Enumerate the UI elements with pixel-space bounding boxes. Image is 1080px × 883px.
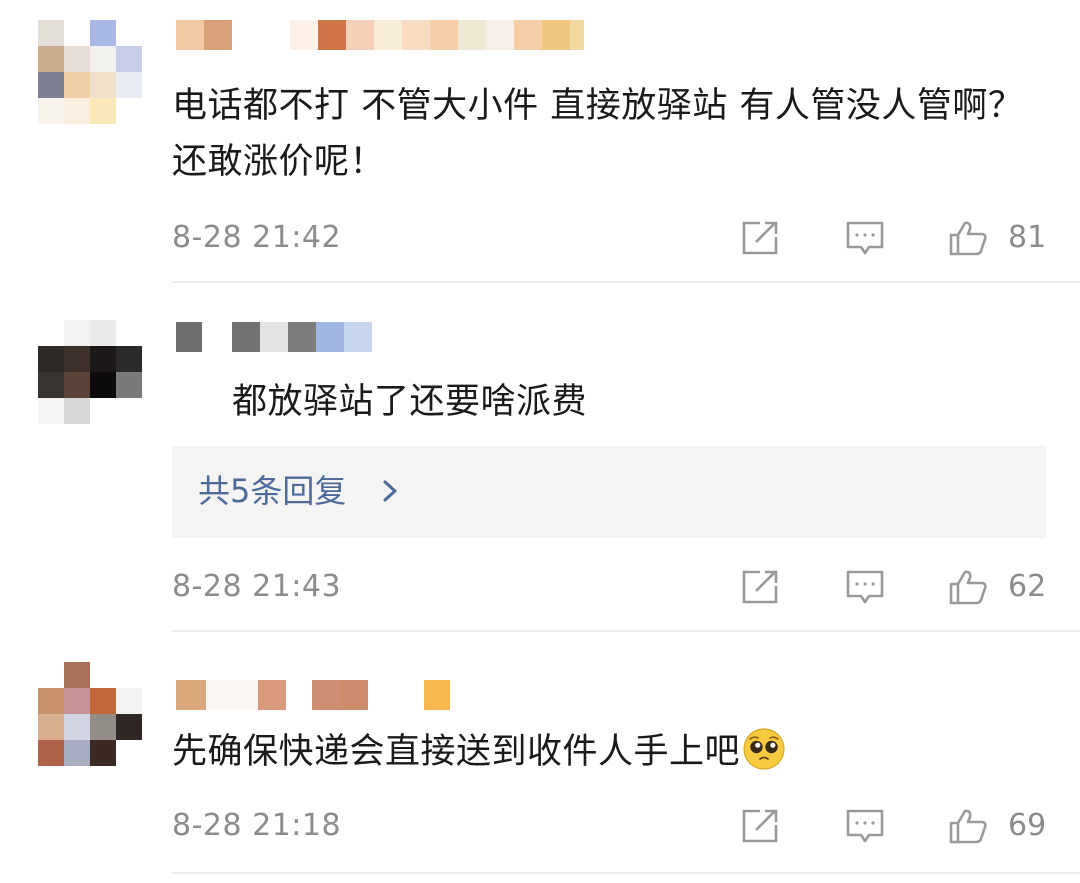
comment-meta: 8-28 21:42 81 [172,216,1048,260]
comment-icon[interactable] [845,569,885,605]
thumbs-up-icon[interactable] [948,569,988,605]
share-icon[interactable] [740,220,780,256]
timestamp: 8-28 21:43 [172,569,342,604]
comment-text: 先确保快递会直接送到收件人手上吧 [172,724,1032,780]
comment-icon[interactable] [845,808,885,844]
pleading-face-emoji-icon [742,727,786,771]
comment-meta: 8-28 21:43 62 [172,565,1048,609]
replies-panel[interactable]: 共5条回复 [172,446,1046,538]
avatar[interactable] [38,20,142,124]
share-icon[interactable] [740,808,780,844]
comment-text: 都放驿站了还要啥派费 [232,382,588,422]
timestamp: 8-28 21:18 [172,808,342,843]
username-blurred[interactable] [176,322,372,352]
share-icon[interactable] [740,569,780,605]
divider [172,630,1080,632]
like-count: 69 [1008,808,1047,843]
avatar[interactable] [38,662,142,766]
divider [172,872,1080,874]
username-blurred[interactable] [176,680,450,710]
avatar[interactable] [38,320,142,424]
thumbs-up-icon[interactable] [948,808,988,844]
like-count: 62 [1008,569,1047,604]
divider [172,281,1080,283]
timestamp: 8-28 21:42 [172,220,342,255]
comment-meta: 8-28 21:18 69 [172,804,1048,848]
comment-text: 电话都不打 不管大小件 直接放驿站 有人管没人管啊？还敢涨价呢！ [172,86,1024,182]
comment-text-body: 先确保快递会直接送到收件人手上吧 [172,732,741,772]
thumbs-up-icon[interactable] [948,220,988,256]
view-replies-link[interactable]: 共5条回复 [198,468,346,514]
comment-icon[interactable] [845,220,885,256]
username-blurred[interactable] [176,20,584,50]
like-count: 81 [1008,220,1047,255]
chevron-right-icon [376,474,406,508]
